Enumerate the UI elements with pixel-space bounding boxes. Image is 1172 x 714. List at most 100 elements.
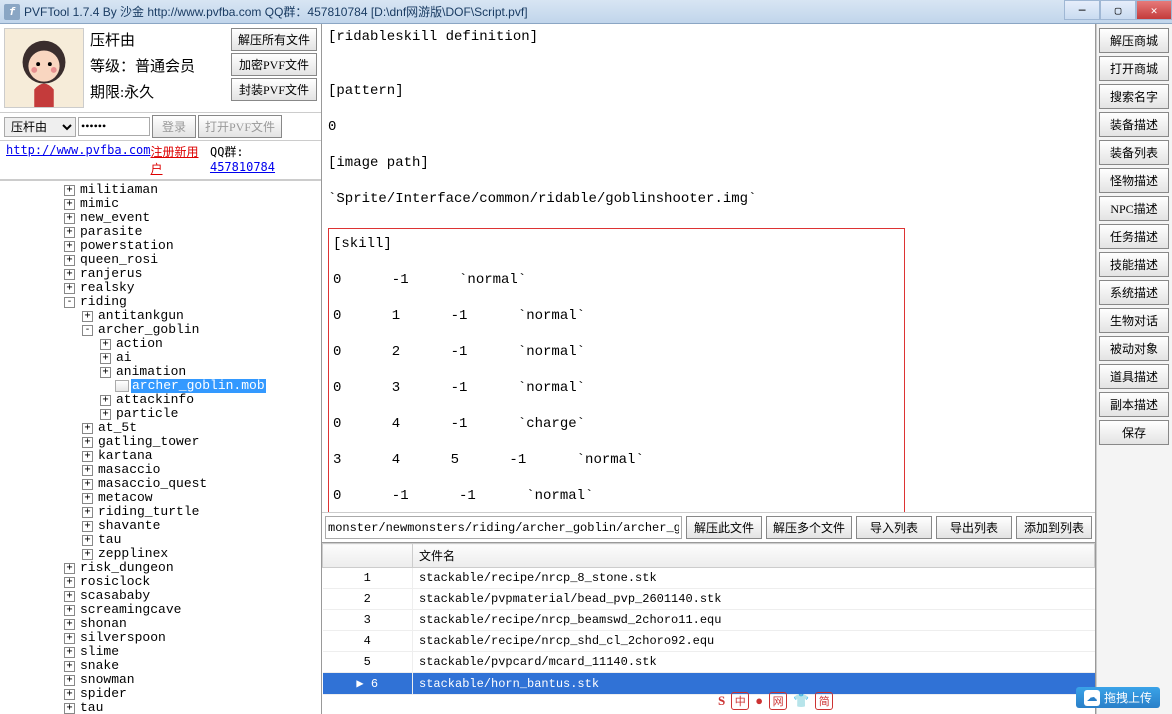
- tree-folder[interactable]: +silverspoon: [4, 631, 321, 645]
- tree-label[interactable]: snake: [79, 659, 120, 673]
- import-list-button[interactable]: 导入列表: [856, 516, 932, 539]
- tree-folder[interactable]: +mimic: [4, 197, 321, 211]
- add-to-list-button[interactable]: 添加到列表: [1016, 516, 1092, 539]
- tree-label[interactable]: realsky: [79, 281, 136, 295]
- expand-icon[interactable]: +: [82, 535, 93, 546]
- tree-folder[interactable]: +ranjerus: [4, 267, 321, 281]
- expand-icon[interactable]: +: [82, 521, 93, 532]
- tree-label[interactable]: new_event: [79, 211, 151, 225]
- expand-icon[interactable]: +: [100, 353, 111, 364]
- tree-folder[interactable]: +powerstation: [4, 239, 321, 253]
- tree-folder[interactable]: +riding_turtle: [4, 505, 321, 519]
- tree-label[interactable]: rosiclock: [79, 575, 151, 589]
- tree-folder[interactable]: -archer_goblin: [4, 323, 321, 337]
- right-btn-7[interactable]: 任务描述: [1099, 224, 1169, 249]
- unpack-all-button[interactable]: 解压所有文件: [231, 28, 317, 51]
- expand-icon[interactable]: +: [64, 619, 75, 630]
- tree-label[interactable]: gatling_tower: [97, 435, 200, 449]
- tree-label[interactable]: scasababy: [79, 589, 151, 603]
- expand-icon[interactable]: +: [64, 241, 75, 252]
- tree-folder[interactable]: +antitankgun: [4, 309, 321, 323]
- tree-folder[interactable]: +tau: [4, 701, 321, 714]
- expand-icon[interactable]: +: [64, 591, 75, 602]
- expand-icon[interactable]: +: [64, 199, 75, 210]
- tree-folder[interactable]: + new_event: [4, 211, 321, 225]
- expand-icon[interactable]: +: [64, 661, 75, 672]
- table-row[interactable]: ▶ 6stackable/horn_bantus.stk: [323, 673, 1095, 695]
- tree-label[interactable]: at_5t: [97, 421, 138, 435]
- tree-folder[interactable]: + ai: [4, 351, 321, 365]
- expand-icon[interactable]: +: [82, 451, 93, 462]
- right-btn-11[interactable]: 被动对象: [1099, 336, 1169, 361]
- tree-label[interactable]: spider: [79, 687, 128, 701]
- tree-folder[interactable]: +at_5t: [4, 421, 321, 435]
- tree-label[interactable]: action: [115, 337, 164, 351]
- tree-label[interactable]: masaccio: [97, 463, 161, 477]
- expand-icon[interactable]: +: [64, 213, 75, 224]
- expand-icon[interactable]: +: [82, 437, 93, 448]
- tree-folder[interactable]: + scasababy: [4, 589, 321, 603]
- tree-label[interactable]: masaccio_quest: [97, 477, 208, 491]
- tree-folder[interactable]: + shonan: [4, 617, 321, 631]
- ime-zh[interactable]: 中: [731, 692, 749, 710]
- expand-icon[interactable]: -: [82, 325, 93, 336]
- expand-icon[interactable]: +: [100, 395, 111, 406]
- password-input[interactable]: [78, 117, 150, 136]
- right-btn-14[interactable]: 保存: [1099, 420, 1169, 445]
- right-btn-0[interactable]: 解压商城: [1099, 28, 1169, 53]
- expand-icon[interactable]: +: [64, 689, 75, 700]
- tree-folder[interactable]: +animation: [4, 365, 321, 379]
- tree-label[interactable]: ai: [115, 351, 133, 365]
- tree-folder[interactable]: + tau: [4, 533, 321, 547]
- tree-label[interactable]: zepplinex: [97, 547, 169, 561]
- tree-label[interactable]: queen_rosi: [79, 253, 159, 267]
- tree-folder[interactable]: +risk_dungeon: [4, 561, 321, 575]
- table-row[interactable]: 2stackable/pvpmaterial/bead_pvp_2601140.…: [323, 589, 1095, 610]
- file-tree[interactable]: +militiaman+mimic+new_event+parasite+pow…: [0, 180, 321, 714]
- tree-folder[interactable]: +parasite: [4, 225, 321, 239]
- expand-icon[interactable]: +: [64, 185, 75, 196]
- tree-label[interactable]: tau: [97, 533, 122, 547]
- expand-icon[interactable]: +: [100, 409, 111, 420]
- tree-label[interactable]: silverspoon: [79, 631, 167, 645]
- table-row[interactable]: 1stackable/recipe/nrcp_8_stone.stk: [323, 568, 1095, 589]
- tree-folder[interactable]: + kartana: [4, 449, 321, 463]
- expand-icon[interactable]: +: [64, 227, 75, 238]
- tree-folder[interactable]: + spider: [4, 687, 321, 701]
- username-select[interactable]: 压杆由: [4, 117, 76, 137]
- tree-label[interactable]: particle: [115, 407, 179, 421]
- tree-label[interactable]: shonan: [79, 617, 128, 631]
- tree-label[interactable]: kartana: [97, 449, 154, 463]
- tree-file[interactable]: archer_goblin.mob: [4, 379, 321, 393]
- drag-upload-badge[interactable]: ☁ 拖拽上传: [1076, 687, 1160, 708]
- tree-folder[interactable]: + masaccio_quest: [4, 477, 321, 491]
- tree-folder[interactable]: +shavante: [4, 519, 321, 533]
- tree-folder[interactable]: + snake: [4, 659, 321, 673]
- col-num[interactable]: [323, 544, 413, 568]
- path-input[interactable]: [325, 516, 682, 539]
- right-btn-10[interactable]: 生物对话: [1099, 308, 1169, 333]
- table-row[interactable]: 5stackable/pvpcard/mcard_11140.stk: [323, 652, 1095, 673]
- tree-folder[interactable]: +rosiclock: [4, 575, 321, 589]
- right-btn-9[interactable]: 系统描述: [1099, 280, 1169, 305]
- expand-icon[interactable]: +: [82, 507, 93, 518]
- tree-folder[interactable]: -riding: [4, 295, 321, 309]
- tree-folder[interactable]: +screamingcave: [4, 603, 321, 617]
- table-row[interactable]: 4stackable/recipe/nrcp_shd_cl_2choro92.e…: [323, 631, 1095, 652]
- tree-folder[interactable]: + queen_rosi: [4, 253, 321, 267]
- tree-folder[interactable]: +snowman: [4, 673, 321, 687]
- tree-label[interactable]: snowman: [79, 673, 136, 687]
- right-btn-12[interactable]: 道具描述: [1099, 364, 1169, 389]
- expand-icon[interactable]: +: [82, 479, 93, 490]
- expand-icon[interactable]: +: [64, 255, 75, 266]
- encrypt-pvf-button[interactable]: 加密PVF文件: [231, 53, 317, 76]
- tree-folder[interactable]: + militiaman: [4, 183, 321, 197]
- tree-label[interactable]: militiaman: [79, 183, 159, 197]
- right-btn-4[interactable]: 装备列表: [1099, 140, 1169, 165]
- open-pvf-button[interactable]: 打开PVF文件: [198, 115, 282, 138]
- expand-icon[interactable]: +: [100, 339, 111, 350]
- export-list-button[interactable]: 导出列表: [936, 516, 1012, 539]
- tree-label[interactable]: archer_goblin: [97, 323, 200, 337]
- expand-icon[interactable]: -: [64, 297, 75, 308]
- expand-icon[interactable]: +: [64, 647, 75, 658]
